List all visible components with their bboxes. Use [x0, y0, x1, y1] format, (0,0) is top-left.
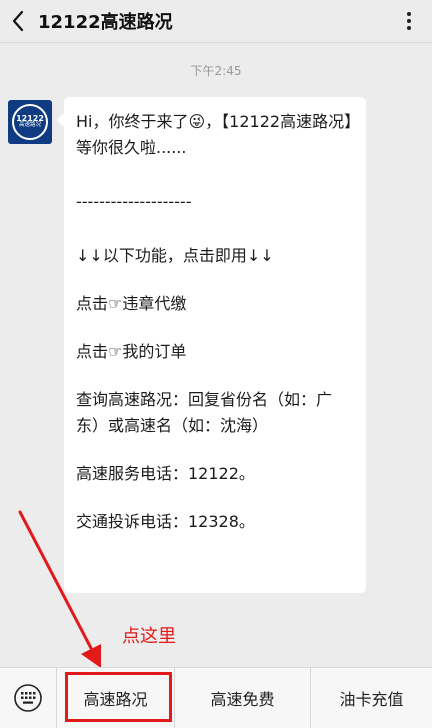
more-vertical-icon: [407, 12, 411, 30]
chevron-left-icon: [12, 10, 24, 32]
message-timestamp: 下午2:45: [190, 64, 242, 78]
more-button[interactable]: [396, 8, 422, 34]
features-text: ↓↓以下功能，点击即用↓↓: [76, 246, 274, 265]
service-phone: 高速服务电话：12122。: [76, 464, 255, 483]
annotation-label: 点这里: [122, 626, 176, 647]
keyboard-icon: [14, 684, 42, 712]
complaint-phone: 交通投诉电话：12328。: [76, 512, 255, 531]
keyboard-toggle-button[interactable]: [0, 668, 56, 728]
divider-text: --------------------: [76, 192, 192, 211]
menu-free-toll[interactable]: 高速免费: [174, 668, 310, 728]
emoji: 😜: [188, 112, 206, 131]
query-instructions: 查询高速路况：回复省份名（如：广东）或高速名（如：沈海）: [76, 390, 333, 435]
avatar-line2: 高速路况: [18, 122, 41, 129]
menu-fuel-card-recharge[interactable]: 油卡充值: [310, 668, 432, 728]
highlight-box: [65, 672, 172, 722]
message-bubble: Hi，你终于来了😜，【12122高速路况】等你很久啦...... -------…: [57, 97, 366, 593]
violation-payment-link[interactable]: 点击☞违章代缴: [76, 291, 354, 317]
my-orders-link[interactable]: 点击☞我的订单: [76, 339, 354, 365]
top-nav-bar: 12122高速路况: [0, 0, 432, 43]
greeting-text: Hi，你终于来了😜，【12122高速路况】等你很久啦......: [76, 112, 353, 157]
back-button[interactable]: [0, 0, 36, 42]
page-title: 12122高速路况: [38, 12, 173, 33]
avatar[interactable]: 12122 高速路况: [8, 100, 52, 144]
avatar-logo: 12122 高速路况: [12, 104, 48, 140]
